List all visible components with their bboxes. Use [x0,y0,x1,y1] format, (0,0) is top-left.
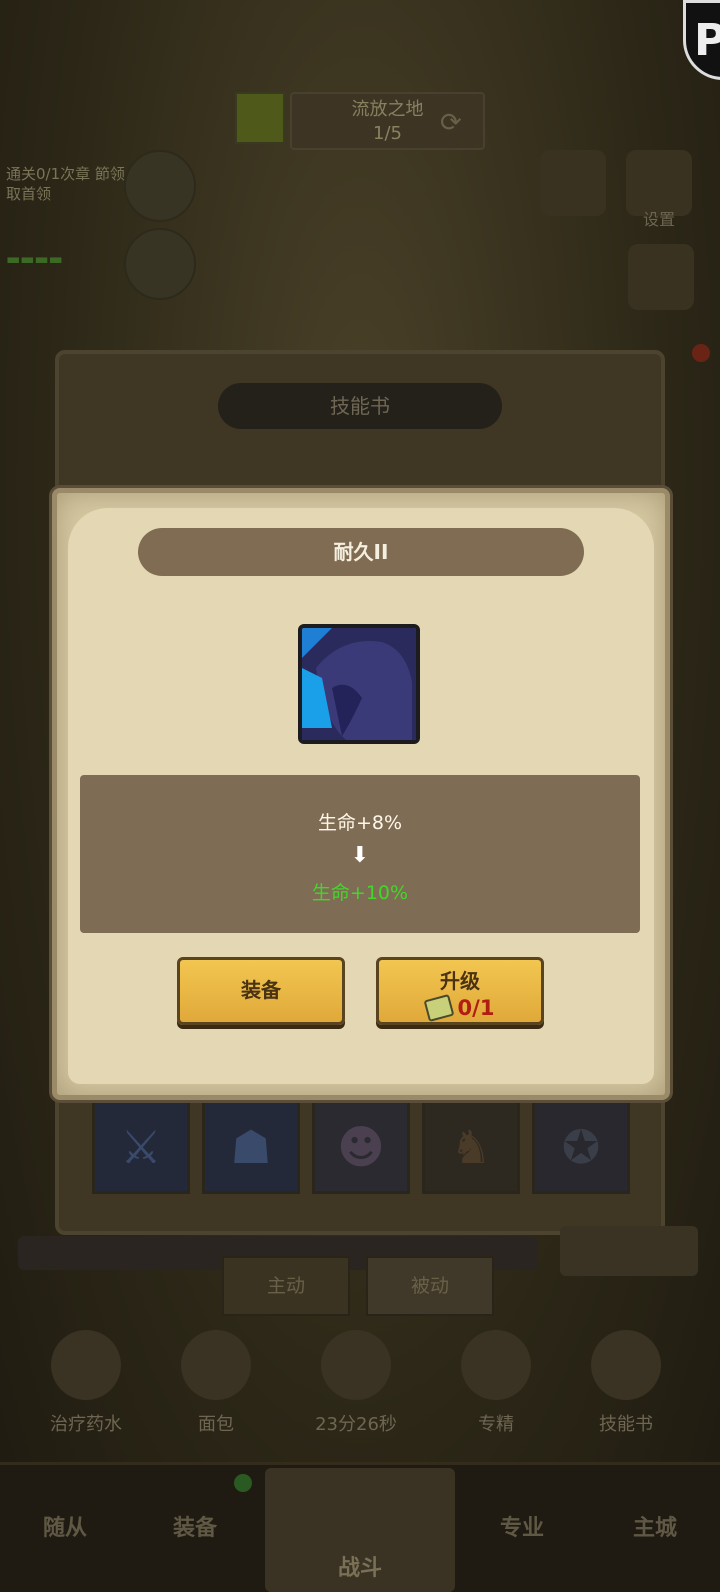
skillbook-icon [423,994,454,1022]
upgrade-cost: 0/1 [379,994,541,1022]
upgrade-cost-value: 0/1 [457,996,495,1020]
upgrade-label: 升级 [440,969,480,993]
arrow-down-icon: ⬇ [350,843,370,868]
equip-button[interactable]: 装备 [177,957,345,1025]
skill-title: 耐久II [138,528,584,576]
next-effect: 生命+10% [311,882,409,904]
upgrade-button[interactable]: 升级 0/1 [376,957,544,1025]
current-effect: 生命+8% [317,812,403,834]
hooded-figure-icon [302,628,416,740]
skill-icon-frame [298,624,420,744]
